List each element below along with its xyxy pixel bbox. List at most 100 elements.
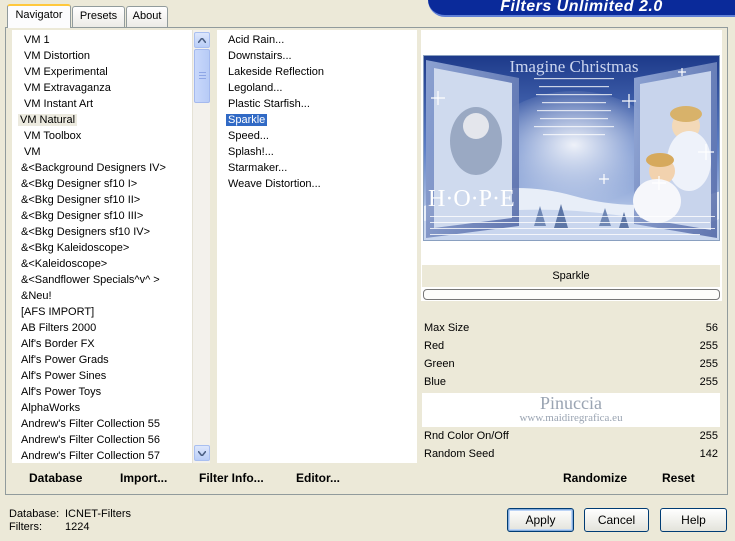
- filter-item-label: Splash!...: [228, 146, 274, 158]
- status-database-value: ICNET-Filters: [65, 508, 131, 520]
- scroll-up-button[interactable]: [194, 32, 210, 48]
- filter-info-button[interactable]: Filter Info...: [199, 471, 264, 485]
- editor-button[interactable]: Editor...: [296, 471, 340, 485]
- category-item-label: VM Experimental: [24, 66, 108, 78]
- filter-item[interactable]: Splash!...: [226, 144, 276, 160]
- category-item-label: &<Bkg Designer sf10 II>: [21, 194, 141, 206]
- cancel-label: Cancel: [597, 513, 636, 527]
- category-list[interactable]: VM 1 VM Distortion VM Experimental VM Extra…: [12, 30, 210, 463]
- category-item[interactable]: AB Filters 2000: [19, 320, 98, 336]
- filter-item[interactable]: Downstairs...: [226, 48, 294, 64]
- apply-label: Apply: [525, 513, 556, 527]
- import-button[interactable]: Import...: [120, 471, 167, 485]
- filter-item[interactable]: Plastic Starfish...: [226, 96, 312, 112]
- category-item-label: VM Extravaganza: [24, 82, 111, 94]
- category-item[interactable]: &<Bkg Designers sf10 IV>: [19, 224, 152, 240]
- param-value: 255: [699, 358, 718, 370]
- status-database-label: Database:: [9, 508, 60, 520]
- help-button[interactable]: Help: [660, 508, 727, 532]
- filter-item[interactable]: Speed...: [226, 128, 271, 144]
- preview-image: Imagine Christmas H·O·P·E: [423, 55, 720, 241]
- category-item[interactable]: Alf's Border FX: [19, 336, 97, 352]
- randomize-button[interactable]: Randomize: [563, 471, 627, 485]
- category-item-label: VM Distortion: [24, 50, 91, 62]
- category-item[interactable]: Andrew's Filter Collection 57: [19, 448, 162, 463]
- category-item-label: &<Bkg Designer sf10 III>: [21, 210, 144, 222]
- category-item[interactable]: VM Natural: [18, 112, 78, 128]
- category-item[interactable]: Alf's Power Sines: [19, 368, 108, 384]
- category-item[interactable]: Andrew's Filter Collection 56: [19, 432, 162, 448]
- filter-item[interactable]: Sparkle: [226, 112, 268, 128]
- category-item[interactable]: &<Bkg Designer sf10 II>: [19, 192, 142, 208]
- database-button[interactable]: Database: [29, 471, 82, 485]
- category-item[interactable]: AlphaWorks: [19, 400, 82, 416]
- category-scrollbar[interactable]: [192, 30, 210, 463]
- tab-presets[interactable]: Presets: [72, 6, 125, 27]
- apply-button[interactable]: Apply: [507, 508, 574, 532]
- param-row[interactable]: Blue 255: [422, 375, 720, 393]
- chevron-up-icon: [198, 37, 206, 43]
- category-item[interactable]: &<Background Designers IV>: [19, 160, 168, 176]
- title-banner: Filters Unlimited 2.0: [428, 0, 735, 17]
- category-item[interactable]: &<Kaleidoscope>: [19, 256, 109, 272]
- scroll-down-button[interactable]: [194, 445, 210, 461]
- param-label: Random Seed: [424, 448, 495, 460]
- category-item[interactable]: [AFS IMPORT]: [19, 304, 96, 320]
- category-item[interactable]: Andrew's Filter Collection 55: [19, 416, 162, 432]
- category-item[interactable]: VM 1: [22, 32, 52, 48]
- tab-about-label: About: [132, 10, 162, 22]
- category-item[interactable]: VM Distortion: [22, 48, 92, 64]
- tab-navigator[interactable]: Navigator: [7, 4, 71, 28]
- param-value: 255: [699, 376, 718, 388]
- filter-item-label: Legoland...: [228, 82, 283, 94]
- filter-item[interactable]: Starmaker...: [226, 160, 289, 176]
- category-item-label: VM Natural: [18, 114, 78, 126]
- category-item-label: Alf's Power Toys: [21, 386, 102, 398]
- category-item-label: Alf's Power Sines: [21, 370, 107, 382]
- category-item[interactable]: VM Toolbox: [22, 128, 83, 144]
- tab-presets-label: Presets: [79, 10, 118, 22]
- filter-list[interactable]: Acid Rain... Downstairs... Lakeside Reflec…: [217, 30, 417, 463]
- category-item[interactable]: VM Instant Art: [22, 96, 95, 112]
- scroll-thumb[interactable]: [194, 49, 210, 103]
- param-row[interactable]: Random Seed 142: [422, 447, 720, 465]
- category-item-label: VM Instant Art: [24, 98, 94, 110]
- param-row[interactable]: Red 255: [422, 339, 720, 357]
- category-item-label: &<Bkg Kaleidoscope>: [21, 242, 130, 254]
- category-item-label: VM Toolbox: [24, 130, 82, 142]
- cancel-button[interactable]: Cancel: [584, 508, 649, 532]
- param-label: Blue: [424, 376, 447, 388]
- category-item[interactable]: &<Bkg Kaleidoscope>: [19, 240, 131, 256]
- param-row[interactable]: Rnd Color On/Off 255: [422, 429, 720, 447]
- category-item[interactable]: &<Bkg Designer sf10 III>: [19, 208, 145, 224]
- tab-navigator-label: Navigator: [15, 9, 63, 21]
- param-row[interactable]: Green 255: [422, 357, 720, 375]
- filter-item[interactable]: Acid Rain...: [226, 32, 286, 48]
- chevron-down-icon: [198, 450, 206, 456]
- category-item[interactable]: &<Sandflower Specials^v^ >: [19, 272, 162, 288]
- filter-item[interactable]: Legoland...: [226, 80, 284, 96]
- filter-item-label: Lakeside Reflection: [228, 66, 325, 78]
- filter-item[interactable]: Weave Distortion...: [226, 176, 323, 192]
- progress-bar: [423, 289, 720, 300]
- param-value: 142: [699, 448, 718, 460]
- param-row[interactable]: Max Size 56: [422, 321, 720, 339]
- reset-button[interactable]: Reset: [662, 471, 695, 485]
- category-item[interactable]: VM Extravaganza: [22, 80, 113, 96]
- category-item[interactable]: Alf's Power Grads: [19, 352, 111, 368]
- category-item[interactable]: &<Bkg Designer sf10 I>: [19, 176, 139, 192]
- filter-item-label: Acid Rain...: [228, 34, 285, 46]
- category-item[interactable]: VM Experimental: [22, 64, 110, 80]
- category-item-label: Andrew's Filter Collection 55: [21, 418, 161, 430]
- filter-item-label: Plastic Starfish...: [228, 98, 310, 110]
- category-item-label: Andrew's Filter Collection 56: [21, 434, 161, 446]
- category-item-label: [AFS IMPORT]: [21, 306, 95, 318]
- category-item[interactable]: &Neu!: [19, 288, 54, 304]
- filter-item-label: Speed...: [228, 130, 269, 142]
- tab-about[interactable]: About: [126, 6, 168, 27]
- app-title: Filters Unlimited 2.0: [500, 0, 663, 15]
- category-item-label: Alf's Border FX: [21, 338, 95, 350]
- category-item[interactable]: VM: [22, 144, 43, 160]
- filter-item[interactable]: Lakeside Reflection: [226, 64, 326, 80]
- category-item[interactable]: Alf's Power Toys: [19, 384, 103, 400]
